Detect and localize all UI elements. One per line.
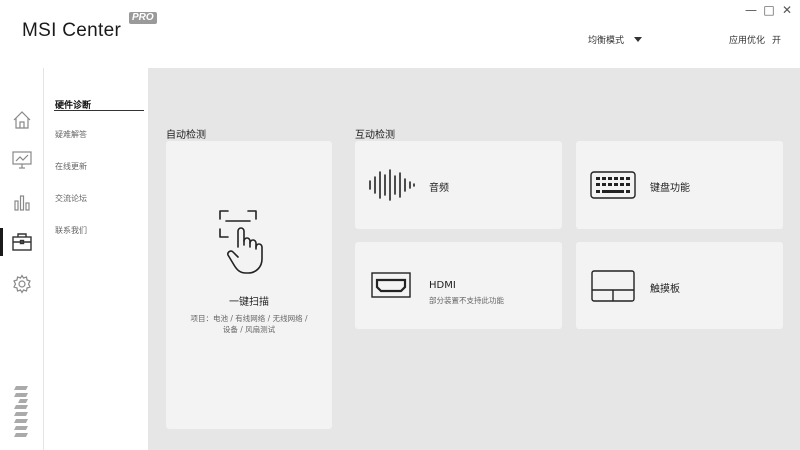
one-click-scan-label: 一键扫描	[229, 297, 269, 308]
hdmi-label: HDMI	[429, 280, 456, 291]
close-button[interactable]: ✕	[777, 2, 797, 18]
scan-items-line1: 项目：电池 / 有线网络 / 无线网络 /	[190, 314, 308, 323]
scan-items-line2: 设备 / 风扇测试	[222, 325, 276, 334]
keyboard-icon	[590, 171, 636, 203]
submenu-item-contact-us[interactable]: 联系我们	[55, 225, 87, 236]
chevron-down-icon	[634, 37, 643, 42]
hdmi-sub-label: 部分装置不支持此功能	[429, 296, 504, 305]
interactive-check-title: 互动检测	[355, 130, 395, 141]
hdmi-icon	[371, 272, 411, 302]
touchpad-card[interactable]: 触摸板	[576, 242, 783, 329]
chart-icon[interactable]	[10, 190, 34, 214]
rail-active-indicator	[0, 228, 3, 256]
submenu-item-online-update[interactable]: 在线更新	[55, 161, 87, 172]
title-bar: MSI Center PRO — □ ✕ 均衡模式 应用优化 开	[0, 0, 800, 68]
touchpad-icon	[591, 270, 635, 306]
app-title: MSI Center	[22, 20, 122, 41]
audio-label: 音频	[429, 183, 449, 194]
audio-wave-icon	[367, 169, 417, 205]
gear-icon[interactable]	[10, 272, 34, 296]
scan-hand-icon	[216, 207, 282, 283]
home-icon[interactable]	[10, 108, 34, 132]
icon-rail	[0, 68, 44, 450]
msi-logo	[14, 386, 30, 438]
app-optimization-label: 应用优化	[729, 36, 766, 46]
audio-card[interactable]: 音频	[355, 141, 562, 229]
submenu-item-troubleshooting[interactable]: 疑难解答	[55, 129, 87, 140]
one-click-scan-card[interactable]: 一键扫描 项目：电池 / 有线网络 / 无线网络 / 设备 / 风扇测试	[166, 141, 332, 429]
performance-mode-select[interactable]: 均衡模式	[588, 33, 643, 46]
app-optimization-toggle[interactable]: 开	[772, 33, 781, 46]
maximize-button[interactable]: □	[759, 2, 779, 18]
minimize-button[interactable]: —	[741, 2, 761, 18]
keyboard-label: 键盘功能	[650, 183, 690, 194]
submenu-item-forum[interactable]: 交流论坛	[55, 193, 87, 204]
monitor-icon[interactable]	[10, 148, 34, 172]
keyboard-card[interactable]: 键盘功能	[576, 141, 783, 229]
performance-mode-value: 均衡模式	[588, 36, 625, 46]
touchpad-label: 触摸板	[650, 284, 680, 295]
pro-badge: PRO	[129, 12, 157, 24]
auto-check-title: 自动检测	[166, 130, 206, 141]
toolbox-icon[interactable]	[10, 230, 34, 254]
hdmi-card[interactable]: HDMI 部分装置不支持此功能	[355, 242, 562, 329]
submenu: 硬件诊断 疑难解答 在线更新 交流论坛 联系我们	[44, 68, 148, 450]
submenu-active-underline	[54, 110, 144, 111]
